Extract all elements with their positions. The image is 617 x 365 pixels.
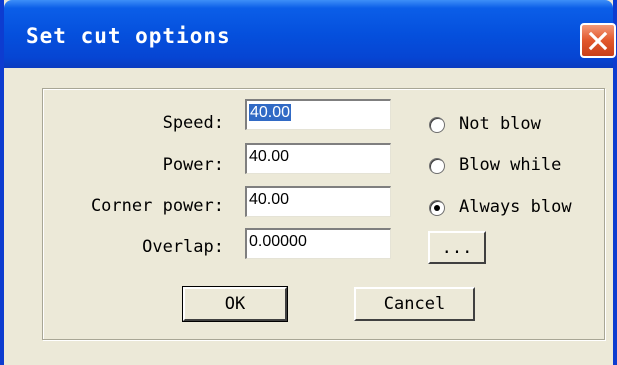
- radio-always-blow-label: Always blow: [459, 197, 572, 217]
- overlap-value: 0.00000: [249, 233, 307, 250]
- dialog-window: Set cut options Speed: Power: Corner pow…: [0, 0, 617, 365]
- corner-power-input[interactable]: 40.00: [245, 186, 391, 217]
- dialog-title: Set cut options: [26, 24, 231, 48]
- cancel-button[interactable]: Cancel: [354, 287, 475, 321]
- radio-not-blow-circle: [429, 117, 445, 133]
- overlap-input[interactable]: 0.00000: [245, 228, 391, 259]
- speed-label: Speed:: [162, 113, 224, 133]
- radio-blow-while-label: Blow while: [459, 155, 562, 175]
- radio-always-blow-circle: [429, 200, 445, 216]
- close-button[interactable]: [580, 23, 616, 58]
- ok-button[interactable]: OK: [182, 286, 288, 322]
- speed-input[interactable]: 40.00: [245, 99, 391, 130]
- overlap-label: Overlap:: [142, 237, 224, 257]
- corner-power-label: Corner power:: [90, 196, 224, 216]
- power-label: Power:: [162, 155, 224, 175]
- speed-value: 40.00: [249, 104, 292, 121]
- title-bar[interactable]: Set cut options: [4, 0, 616, 68]
- power-input[interactable]: 40.00: [245, 143, 391, 174]
- radio-checked-dot: [434, 205, 440, 211]
- radio-blow-while-circle: [429, 158, 445, 174]
- radio-not-blow-label: Not blow: [459, 114, 541, 134]
- close-icon: [588, 31, 608, 51]
- ellipsis-button[interactable]: ...: [428, 231, 486, 264]
- power-value: 40.00: [249, 148, 290, 165]
- corner-power-value: 40.00: [249, 191, 290, 208]
- dialog-body: Speed: Power: Corner power: Overlap: 40.…: [4, 68, 613, 365]
